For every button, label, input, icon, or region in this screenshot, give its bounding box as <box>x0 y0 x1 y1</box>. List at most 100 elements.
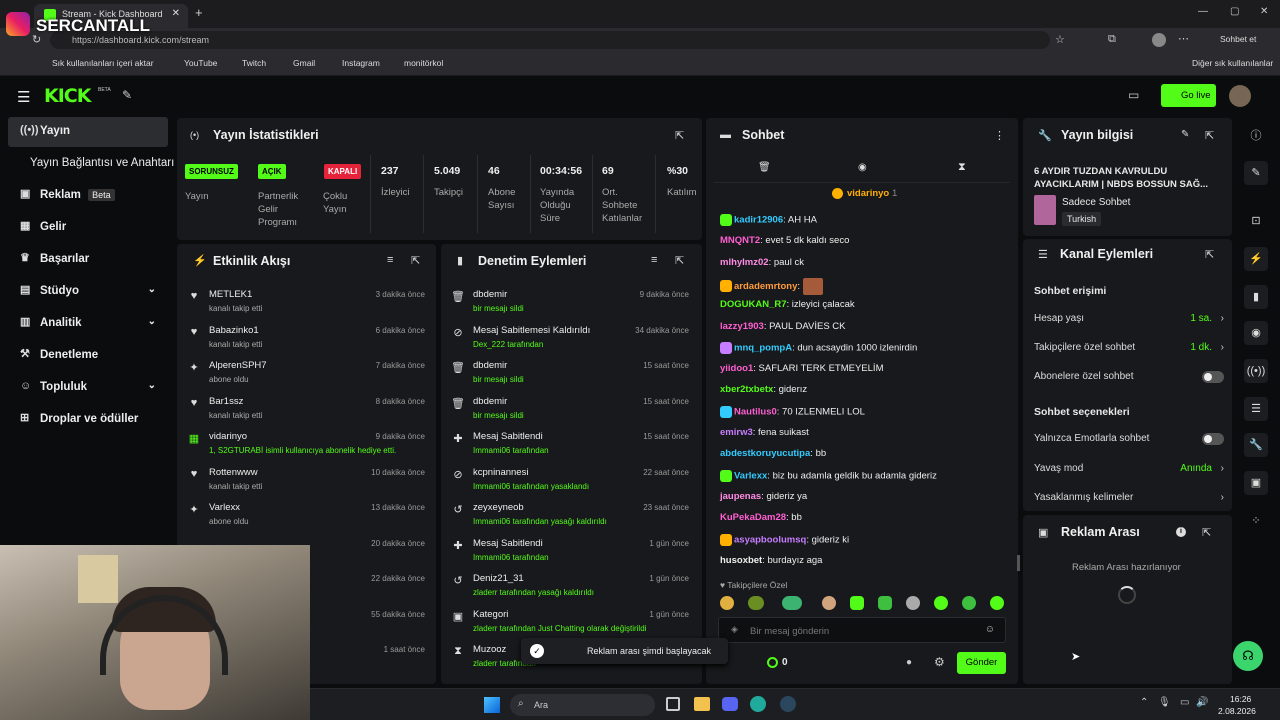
emote[interactable] <box>850 596 864 610</box>
chat-username[interactable]: asyapboolumsq <box>734 534 806 545</box>
filter-icon[interactable]: ≡ <box>651 254 657 266</box>
option-row-emote-only[interactable]: Yalnızca Emotlarla sohbet <box>1034 433 1224 447</box>
popout-icon[interactable]: ⇱ <box>1202 526 1211 539</box>
close-window-icon[interactable]: ✕ <box>1260 6 1268 17</box>
emote[interactable] <box>720 596 734 610</box>
moderation-row[interactable]: ▣ Kategori zladerr tarafından Just Chattin… <box>441 606 697 642</box>
emote[interactable] <box>782 596 802 610</box>
emote[interactable] <box>934 596 948 610</box>
star-icon[interactable]: ☆ <box>1055 33 1065 46</box>
sidebar-item-basarilar[interactable]: ♛ Başarılar <box>8 245 168 275</box>
list-icon[interactable]: ☰ <box>1244 397 1268 421</box>
emote[interactable] <box>878 596 892 610</box>
sidebar-item-droplar[interactable]: ⊞ Droplar ve ödüller <box>8 405 168 435</box>
moderation-row[interactable]: 🗑 dbdemir bir mesajı sildi 15 saat önce <box>441 393 697 429</box>
moderation-row[interactable]: ↺ zeyxeyneob Immami06 tarafından yasağı ka… <box>441 499 697 535</box>
wrench-icon[interactable]: 🔧 <box>1244 433 1268 457</box>
task-view-icon[interactable] <box>666 697 680 711</box>
popout-icon[interactable]: ⇱ <box>411 254 420 267</box>
chat-message[interactable]: emirw3: fena suikast <box>720 427 809 438</box>
chat-bubble-icon[interactable]: ● <box>906 657 912 668</box>
chat-message[interactable]: mnq_pompA: dun acsaydin 1000 izlenirdin <box>720 341 917 354</box>
chat-input[interactable]: ◈ Bir mesaj gönderin ☺ <box>718 617 1006 643</box>
chat-username[interactable]: abdestkoruyucutipa <box>720 448 810 459</box>
chat-message[interactable]: MNQNT2: evet 5 dk kaldı seco <box>720 235 849 246</box>
popout-icon[interactable]: ⇱ <box>675 254 684 267</box>
emote[interactable] <box>962 596 976 610</box>
bookmark-youtube[interactable]: YouTube <box>184 58 217 68</box>
chat-bubble-icon[interactable]: ◉ <box>858 162 867 173</box>
taskbar-search[interactable]: ⌕ Ara <box>510 694 655 716</box>
chat-username[interactable]: Varlexx <box>734 470 767 481</box>
sidebar-item-analitik[interactable]: ▥ Analitik ⌄ <box>8 309 168 339</box>
broadcast-icon[interactable]: ((•)) <box>1244 359 1268 383</box>
chat-username[interactable]: Nautilus0 <box>734 406 777 417</box>
activity-row[interactable]: ♥ Babazinko1 kanalı takip etti 6 dakika önc… <box>177 322 433 358</box>
pin-tool-icon[interactable]: ✎ <box>122 88 132 102</box>
ad-icon[interactable]: ▣ <box>1244 471 1268 495</box>
chat-message[interactable]: Nautilus0: 70 IZLENMELI LOL <box>720 405 865 418</box>
theater-icon[interactable]: ▭ <box>1128 88 1139 102</box>
chat-message[interactable]: KuPekaDam28: bb <box>720 512 802 523</box>
option-row-banned-words[interactable]: Yasaklanmış kelimeler › <box>1034 492 1224 506</box>
subscribers-only-toggle[interactable] <box>1202 371 1224 383</box>
chat-username[interactable]: KuPekaDam28 <box>720 512 786 523</box>
clock-time[interactable]: 16:26 <box>1230 694 1251 704</box>
support-button[interactable]: ☊ <box>1233 641 1263 671</box>
popout-icon[interactable]: ⇱ <box>675 129 684 142</box>
steam-icon[interactable] <box>780 696 796 712</box>
maximize-icon[interactable]: ▢ <box>1230 6 1239 17</box>
hourglass-icon[interactable]: ⧗ <box>958 161 966 174</box>
volume-icon[interactable]: 🔊 <box>1196 697 1208 708</box>
moderation-row[interactable]: ⊘ kcpninannesi Immami06 tarafından yasakla… <box>441 464 697 500</box>
chat-message[interactable]: abdestkoruyucutipa: bb <box>720 448 826 459</box>
moderation-row[interactable]: ✚ Mesaj Sabitlendi Immami06 tarafından 15 s… <box>441 428 697 464</box>
chat-message[interactable]: yiidoo1: SAFLARI TERK ETMEYELİM <box>720 363 884 374</box>
emoji-icon[interactable]: ☺ <box>985 624 995 635</box>
chat-message[interactable]: Varlexx: biz bu adamla geldik bu adamla … <box>720 469 937 482</box>
chat-username[interactable]: emirw3 <box>720 427 753 438</box>
sidebar-item-studyo[interactable]: ▤ Stüdyo ⌄ <box>8 277 168 307</box>
sidebar-item-gelir[interactable]: ▦ Gelir <box>8 213 168 243</box>
clock-date[interactable]: 2.08.2026 <box>1218 706 1256 716</box>
bookmark-other[interactable]: Diğer sık kullanılanlar <box>1192 58 1273 68</box>
camera-icon[interactable]: ⊡ <box>1244 209 1268 233</box>
send-button[interactable]: Gönder <box>957 652 1006 674</box>
activity-row[interactable]: ♥ METLEK1 kanalı takip etti 3 dakika önce <box>177 286 433 322</box>
windows-start-icon[interactable] <box>484 697 500 713</box>
chat-username[interactable]: lazzy1903 <box>720 321 764 332</box>
moderation-row[interactable]: ⊘ Mesaj Sabitlemesi Kaldırıldı Dex_222 tar… <box>441 322 697 358</box>
emote[interactable] <box>906 596 920 610</box>
lightning-icon[interactable]: ⚡ <box>1244 247 1268 271</box>
kick-logo[interactable]: KICK <box>44 85 91 107</box>
tray-chevron-icon[interactable]: ⌃ <box>1140 697 1148 708</box>
chat-message[interactable]: DOGUKAN_R7: izleyici çalacak <box>720 299 855 310</box>
emote[interactable] <box>990 596 1004 610</box>
chat-username[interactable]: kadir12906 <box>734 215 783 226</box>
filter-icon[interactable]: ≡ <box>387 254 393 266</box>
chat-icon[interactable]: ◉ <box>1244 321 1268 345</box>
moderation-row[interactable]: ↺ Deniz21_31 zladerr tarafından yasağı kal… <box>441 570 697 606</box>
more-options-icon[interactable]: ⋮ <box>994 129 1005 142</box>
chat-username[interactable]: yiidoo1 <box>720 363 753 374</box>
bookmark-gmail[interactable]: Gmail <box>293 58 315 68</box>
shield-icon[interactable]: ▮ <box>1244 285 1268 309</box>
sidebar-item-topluluk[interactable]: ☺ Topluluk ⌄ <box>8 373 168 403</box>
extensions-icon[interactable]: ⧉ <box>1108 33 1116 46</box>
activity-row[interactable]: ▦ vidarinyo 1, S2GTURABİ isimli kullanıcıy… <box>177 428 433 464</box>
chat-message[interactable]: ardademrtony: <box>720 277 823 295</box>
chat-username[interactable]: xber2txbetx <box>720 384 773 395</box>
file-explorer-icon[interactable] <box>694 697 710 711</box>
chat-username[interactable]: mlhyImz02 <box>720 257 769 268</box>
user-avatar[interactable] <box>1229 85 1251 107</box>
popout-icon[interactable]: ⇱ <box>1205 248 1214 261</box>
chat-username[interactable]: DOGUKAN_R7 <box>720 299 787 310</box>
activity-row[interactable]: ♥ Rottenwww kanalı takip etti 10 dakika önc… <box>177 464 433 500</box>
bookmark-twitch[interactable]: Twitch <box>242 58 266 68</box>
bookmark-import[interactable]: Sık kullanılanları içeri aktar <box>52 58 154 68</box>
access-row-subscribers-only[interactable]: Abonelere özel sohbet <box>1034 371 1224 385</box>
hamburger-icon[interactable]: ☰ <box>17 88 30 106</box>
edit-icon[interactable]: ✎ <box>1181 129 1189 140</box>
microphone-icon[interactable]: 🎙 <box>1158 697 1171 708</box>
chat-message[interactable]: xber2txbetx: giderız <box>720 384 807 395</box>
